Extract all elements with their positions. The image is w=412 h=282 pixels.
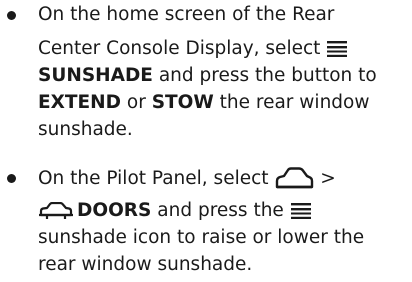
text-line: DOORS and press the	[38, 199, 312, 223]
text-line: Center Console Display, select	[38, 37, 348, 61]
bullet-icon	[7, 174, 16, 183]
text-line: rear window sunshade.	[38, 253, 252, 277]
item1-line1: On the home screen of the Rear	[38, 4, 335, 25]
item2-separator: >	[314, 168, 336, 189]
instruction-list: On the home screen of the Rear Center Co…	[0, 0, 412, 282]
text-line: EXTEND or STOW the rear window	[38, 91, 369, 115]
item1-line5: sunshade.	[38, 119, 133, 140]
item2-line2-text: and press the	[151, 200, 290, 221]
item1-line4-text: the rear window	[213, 92, 370, 113]
text-line: SUNSHADE and press the button to	[38, 64, 377, 88]
doors-label: DOORS	[77, 200, 152, 221]
item1-line3-text: and press the button to	[152, 65, 377, 86]
sunshade-icon	[290, 202, 312, 220]
sunshade-label: SUNSHADE	[38, 65, 153, 86]
text-line: sunshade.	[38, 118, 133, 142]
item2-line4: rear window sunshade.	[38, 254, 253, 275]
item1-line2-text: Center Console Display, select	[38, 38, 327, 59]
item2-line3: sunshade icon to raise or lower the	[38, 227, 365, 248]
vehicle-doors-icon	[38, 202, 74, 220]
extend-label: EXTEND	[38, 92, 121, 113]
text-line: On the home screen of the Rear	[38, 3, 334, 27]
item1-or-text: or	[121, 92, 152, 113]
item2-line1-text: On the Pilot Panel, select	[38, 168, 275, 189]
text-line: On the Pilot Panel, select >	[38, 166, 336, 192]
text-line: sunshade icon to raise or lower the	[38, 226, 364, 250]
sunshade-icon	[326, 40, 348, 58]
vehicle-top-icon	[274, 166, 314, 192]
stow-label: STOW	[151, 92, 214, 113]
bullet-icon	[7, 11, 16, 20]
